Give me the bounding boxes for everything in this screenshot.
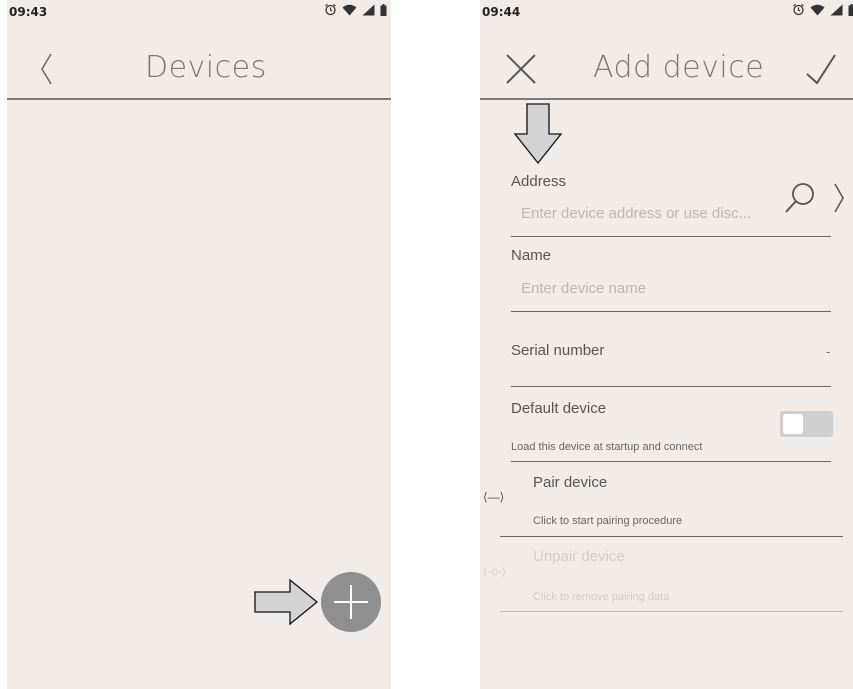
plus-icon bbox=[334, 585, 368, 619]
search-icon bbox=[785, 183, 814, 213]
chevron-left-icon bbox=[41, 53, 52, 85]
annotation-arrow-right bbox=[254, 578, 319, 626]
address-divider bbox=[511, 236, 831, 237]
battery-icon bbox=[848, 3, 853, 16]
status-bar: 09:43 bbox=[7, 0, 391, 22]
annotation-arrow-down bbox=[513, 103, 563, 165]
signal-icon bbox=[362, 4, 375, 15]
cancel-button[interactable] bbox=[504, 52, 538, 91]
pair-device-row[interactable]: ⟨—⟩ Pair device Click to start pairing p… bbox=[480, 462, 853, 536]
default-device-description: Load this device at startup and connect bbox=[511, 441, 703, 453]
add-device-header: Add device bbox=[480, 38, 853, 100]
confirm-button[interactable] bbox=[804, 52, 838, 91]
signal-icon bbox=[830, 4, 843, 15]
default-device-toggle[interactable] bbox=[780, 411, 833, 437]
checkmark-icon bbox=[806, 54, 836, 85]
address-label: Address bbox=[511, 173, 567, 190]
name-label: Name bbox=[511, 247, 552, 264]
wifi-icon bbox=[810, 4, 825, 15]
serial-divider bbox=[511, 386, 831, 387]
unpair-device-description: Click to remove pairing data bbox=[533, 591, 670, 603]
status-time: 09:44 bbox=[482, 5, 521, 19]
discover-button[interactable] bbox=[783, 181, 817, 220]
default-device-label: Default device bbox=[511, 400, 607, 417]
toggle-knob bbox=[783, 414, 803, 434]
alarm-icon bbox=[325, 3, 336, 16]
pair-icon: ⟨—⟩ bbox=[483, 490, 505, 504]
pair-device-label: Pair device bbox=[533, 474, 608, 491]
unpair-device-row: ⟨-⊙-⟩ Unpair device Click to remove pair… bbox=[480, 537, 853, 611]
devices-header: Devices bbox=[7, 38, 391, 100]
back-button[interactable] bbox=[39, 52, 55, 91]
add-device-button[interactable] bbox=[321, 572, 381, 632]
unpair-device-label: Unpair device bbox=[533, 548, 625, 565]
page-title: Devices bbox=[145, 50, 267, 85]
address-forward-button[interactable] bbox=[832, 182, 846, 219]
serial-number-label: Serial number bbox=[511, 342, 605, 359]
close-icon bbox=[506, 54, 536, 84]
devices-screen: 09:43 Devices bbox=[7, 0, 391, 689]
chevron-right-icon bbox=[834, 183, 844, 213]
alarm-icon bbox=[793, 3, 804, 16]
page-title: Add device bbox=[593, 50, 765, 85]
serial-number-value: - bbox=[826, 344, 831, 359]
status-bar: 09:44 bbox=[480, 0, 853, 22]
pair-device-description: Click to start pairing procedure bbox=[533, 515, 683, 527]
wifi-icon bbox=[342, 4, 357, 15]
address-input[interactable]: Enter device address or use disc... bbox=[521, 205, 771, 222]
name-divider bbox=[511, 311, 831, 312]
unpair-icon: ⟨-⊙-⟩ bbox=[483, 567, 506, 578]
name-input[interactable]: Enter device name bbox=[521, 280, 646, 297]
unpair-divider bbox=[500, 611, 843, 612]
add-device-screen: 09:44 Add device Address Enter device ad… bbox=[480, 0, 853, 689]
status-time: 09:43 bbox=[9, 5, 48, 19]
battery-icon bbox=[380, 3, 387, 16]
